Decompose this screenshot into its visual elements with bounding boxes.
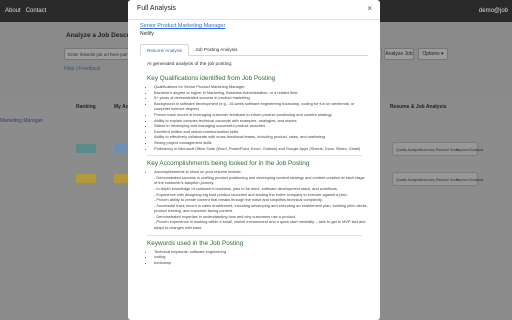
list-item: Proficiency in Microsoft Office Suite (W… (154, 146, 368, 152)
qualifications-list: Qualifications for Senior Product Market… (154, 84, 368, 151)
tab-job-posting-analysis[interactable]: Job Posting Analysis (189, 44, 243, 56)
tab-resume-analysis[interactable]: Resume Analysis (140, 44, 190, 56)
divider (147, 155, 362, 157)
company-name: Netlify (140, 31, 154, 37)
nav-about-link[interactable]: About (5, 8, 21, 14)
action-quality-link[interactable]: Quality Analysis (396, 148, 421, 152)
modal-title: Full Analysis (137, 5, 176, 12)
analysis-intro: AI generated analysis of the job posting… (147, 62, 233, 67)
list-item: - Demonstrated success in crafting produ… (154, 174, 365, 186)
section-title-accomplishments: Key Accomplishments being looked for in … (147, 160, 310, 168)
action-keyword-link[interactable]: Keyword Analysis (456, 178, 483, 182)
options-dropdown[interactable]: Options ▾ (418, 48, 448, 60)
help-feedback-link[interactable]: Help | Feedback (64, 66, 100, 72)
analysis-tabs: Resume Analysis Job Posting Analysis (140, 44, 368, 56)
full-analysis-modal: Full Analysis × Senior Product Marketing… (128, 0, 380, 320)
action-keyword-link[interactable]: Keyword Analysis (456, 148, 483, 152)
list-item: Background in software development (e.g.… (154, 101, 368, 112)
accomplishments-list: Accomplishments to show on your resume i… (149, 169, 368, 231)
action-summary-link[interactable]: Summary (420, 178, 435, 182)
score-badge (76, 174, 96, 183)
user-account-link[interactable]: demo@job (479, 8, 508, 14)
list-item: - In-depth knowledge of customer's busin… (154, 185, 338, 191)
action-summary-link[interactable]: Summary (420, 148, 435, 152)
analyze-job-button[interactable]: Analyze Job (384, 48, 414, 60)
list-item: bootcamp (154, 260, 368, 266)
modal-header: Full Analysis × (128, 0, 380, 20)
list-item: - Proven experience in working within a … (154, 219, 366, 231)
job-row-link[interactable]: Marketing Manager (0, 118, 43, 124)
list-item: - Successful track record in sales enabl… (154, 202, 368, 214)
column-header-resume-analysis: Resume & Job Analysis (390, 104, 447, 110)
job-title-link[interactable]: Senior Product Marketing Manager (140, 23, 368, 29)
divider (147, 234, 362, 236)
section-title-qualifications: Key Qualifications identified from Job P… (147, 75, 276, 82)
column-header-ranking: Ranking (76, 104, 96, 110)
keywords-list: Technical keywords: software engineering… (154, 249, 368, 266)
section-title-keywords: Keywords used in the Job Posting (147, 239, 244, 247)
score-badge (76, 144, 96, 153)
nav-contact-link[interactable]: Contact (26, 8, 47, 14)
close-icon[interactable]: × (367, 4, 372, 13)
modal-body[interactable]: Senior Product Marketing Manager Netlify… (128, 20, 380, 320)
action-quality-link[interactable]: Quality Analysis (396, 178, 421, 182)
